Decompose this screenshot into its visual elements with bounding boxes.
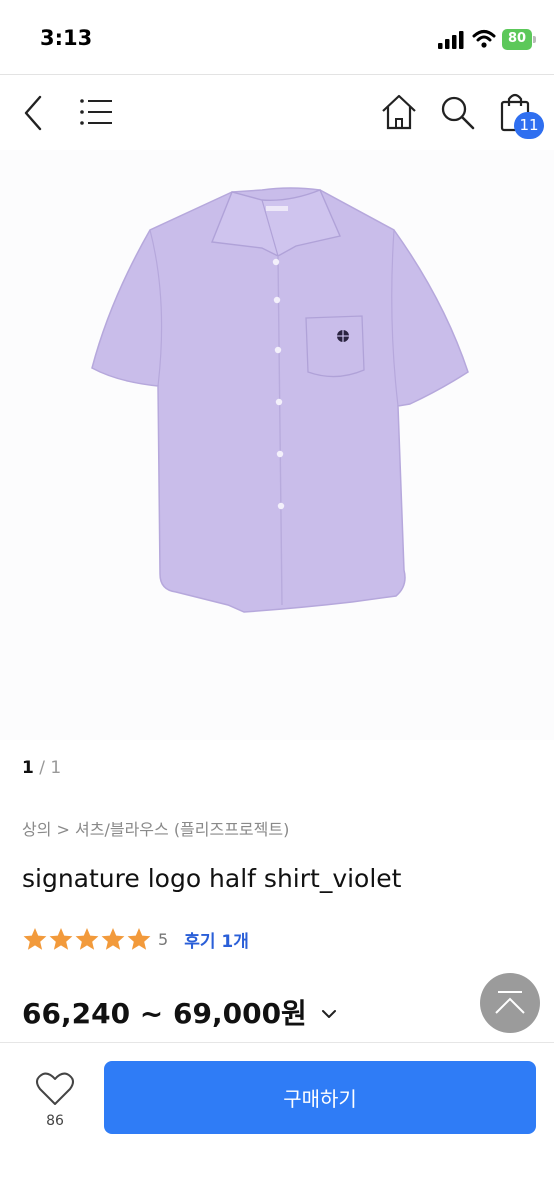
star-icon (127, 928, 151, 950)
star-icon (23, 928, 47, 950)
home-icon[interactable] (380, 92, 418, 132)
image-counter-total: / 1 (33, 758, 62, 778)
rating-row: 5 후기 1개 (22, 925, 249, 953)
status-time: 3:13 (40, 26, 93, 50)
rating-stars (22, 926, 152, 952)
image-counter-current: 1 (22, 758, 34, 778)
wifi-icon (472, 30, 496, 48)
arrow-up-icon (495, 991, 525, 1014)
bottom-action-bar: 86 구매하기 (0, 1042, 554, 1200)
price-range: 66,240 ~ 69,000원 (22, 997, 307, 1030)
battery-indicator: 80 (502, 29, 536, 50)
product-title: signature logo half shirt_violet (22, 864, 402, 893)
battery-level: 80 (507, 31, 527, 46)
price-row[interactable]: 66,240 ~ 69,000원 (22, 992, 339, 1032)
image-counter: 1 / 1 (22, 758, 61, 778)
breadcrumb[interactable]: 상의 > 셔츠/블라우스 (플리즈프로젝트) (22, 816, 289, 840)
heart-icon (36, 1072, 74, 1105)
like-count: 86 (46, 1113, 64, 1129)
product-image[interactable] (0, 150, 554, 740)
star-icon (49, 928, 73, 950)
star-icon (101, 928, 125, 950)
buy-button[interactable]: 구매하기 (104, 1061, 536, 1134)
like-button[interactable]: 86 (30, 1069, 80, 1133)
review-count-link[interactable]: 후기 1개 (184, 927, 249, 952)
scroll-to-top-button[interactable] (480, 973, 540, 1033)
status-bar: 3:13 80 (0, 0, 554, 74)
search-icon[interactable] (438, 92, 476, 132)
star-icon (75, 928, 99, 950)
top-nav-bar (0, 74, 554, 150)
cellular-signal-icon (438, 31, 464, 49)
menu-icon[interactable] (78, 97, 114, 127)
back-icon[interactable] (18, 93, 52, 133)
cart-count-badge[interactable]: 11 (514, 112, 544, 139)
rating-score: 5 (158, 929, 169, 949)
chevron-down-icon[interactable] (319, 1004, 339, 1024)
product-shirt-image (91, 187, 469, 613)
